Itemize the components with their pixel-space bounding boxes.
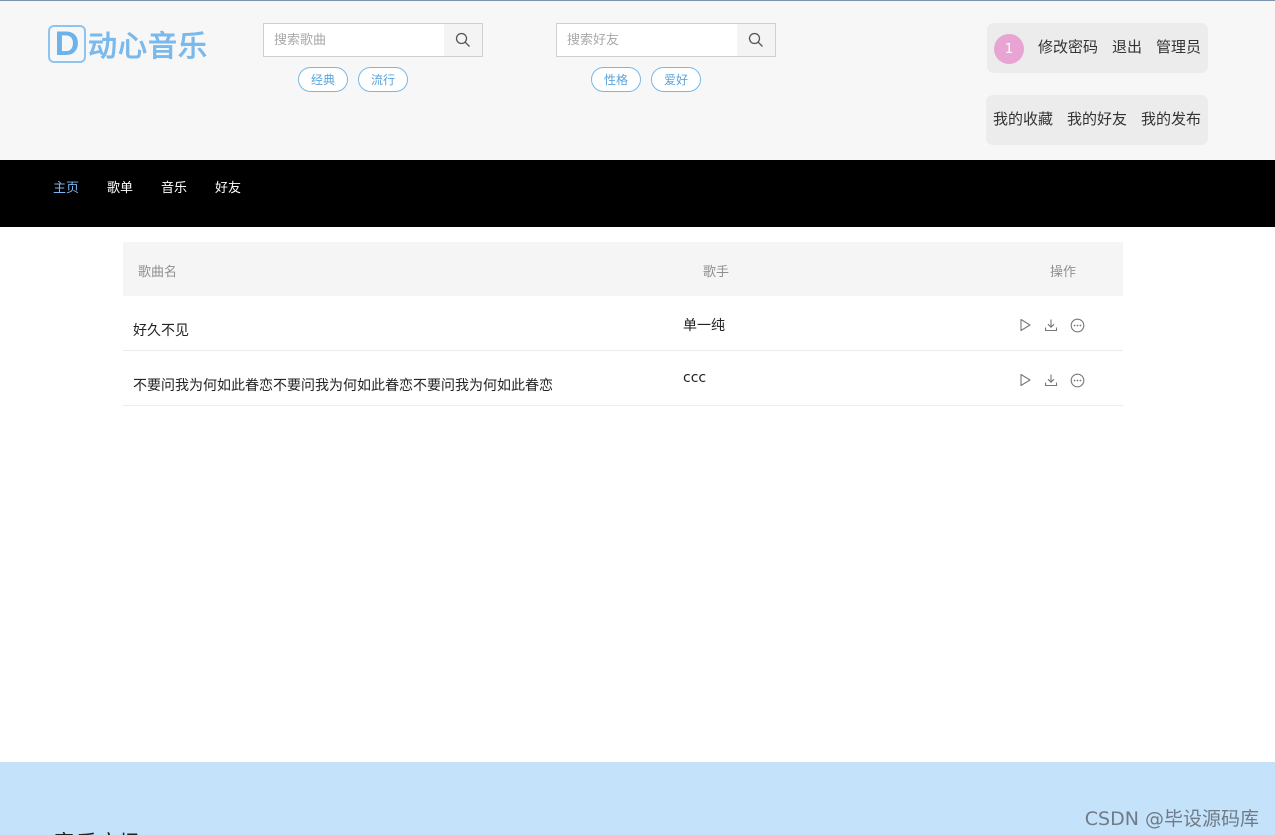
footer-title: 音乐广场 [53, 826, 141, 835]
more-button[interactable] [1068, 371, 1086, 389]
main-nav: 主页 歌单 音乐 好友 [0, 160, 1275, 227]
table-header: 歌曲名 歌手 操作 [123, 242, 1123, 296]
logout-link[interactable]: 退出 [1112, 36, 1142, 57]
nav-item-friends[interactable]: 好友 [215, 177, 241, 196]
friend-tag-hobby[interactable]: 爱好 [651, 67, 701, 92]
my-links-panel: 我的收藏 我的好友 我的发布 [986, 95, 1208, 145]
play-icon [1020, 318, 1031, 332]
row-actions [1016, 371, 1094, 389]
my-posts-link[interactable]: 我的发布 [1141, 108, 1201, 129]
download-icon [1044, 319, 1058, 332]
logo-text: 动心音乐 [88, 29, 209, 63]
play-icon [1020, 373, 1031, 387]
nav-item-music[interactable]: 音乐 [161, 177, 187, 196]
nav-item-home[interactable]: 主页 [53, 177, 79, 196]
friend-tag-personality[interactable]: 性格 [591, 67, 641, 92]
more-icon [1070, 318, 1084, 332]
song-name[interactable]: 好久不见 [133, 320, 189, 340]
song-tag-classic[interactable]: 经典 [298, 67, 348, 92]
play-button[interactable] [1016, 371, 1034, 389]
download-icon [1044, 374, 1058, 387]
logo-letter: D [48, 25, 86, 63]
row-actions [1016, 316, 1094, 334]
site-header: D 动心音乐 经典 流行 性格 爱好 1 修改密码 退出 管理员 我的收藏 我的… [0, 1, 1275, 160]
watermark: CSDN @毕设源码库 [1084, 808, 1259, 830]
song-tag-pop[interactable]: 流行 [358, 67, 408, 92]
singer-name[interactable]: 单一纯 [683, 315, 725, 335]
more-button[interactable] [1068, 316, 1086, 334]
my-favorites-link[interactable]: 我的收藏 [993, 108, 1053, 129]
download-button[interactable] [1042, 316, 1060, 334]
friend-search-input[interactable] [557, 24, 737, 56]
user-panel: 1 修改密码 退出 管理员 [987, 23, 1208, 73]
singer-name[interactable]: ccc [683, 370, 706, 386]
column-header-singer: 歌手 [703, 265, 730, 280]
friend-search-button[interactable] [737, 24, 775, 56]
song-table: 歌曲名 歌手 操作 好久不见 单一纯 不要问我为何如此眷恋不要问我为何如此眷恋不… [123, 242, 1123, 406]
song-search-input[interactable] [264, 24, 444, 56]
change-password-link[interactable]: 修改密码 [1038, 36, 1098, 57]
song-search-button[interactable] [444, 24, 482, 56]
site-footer: 音乐广场 CSDN @毕设源码库 [0, 762, 1275, 835]
song-search-box [263, 23, 483, 57]
friend-search-box [556, 23, 776, 57]
search-icon [455, 32, 470, 47]
search-icon [748, 32, 763, 47]
column-header-actions: 操作 [1050, 265, 1077, 280]
my-friends-link[interactable]: 我的好友 [1067, 108, 1127, 129]
avatar[interactable]: 1 [994, 34, 1024, 64]
nav-item-playlists[interactable]: 歌单 [107, 177, 133, 196]
play-button[interactable] [1016, 316, 1034, 334]
admin-link[interactable]: 管理员 [1156, 36, 1201, 57]
column-header-song: 歌曲名 [138, 265, 178, 280]
download-button[interactable] [1042, 371, 1060, 389]
table-row: 不要问我为何如此眷恋不要问我为何如此眷恋不要问我为何如此眷恋 ccc [123, 351, 1123, 406]
song-name[interactable]: 不要问我为何如此眷恋不要问我为何如此眷恋不要问我为何如此眷恋 [133, 375, 553, 395]
site-logo[interactable]: D 动心音乐 [48, 24, 208, 64]
table-row: 好久不见 单一纯 [123, 296, 1123, 351]
more-icon [1070, 373, 1084, 387]
